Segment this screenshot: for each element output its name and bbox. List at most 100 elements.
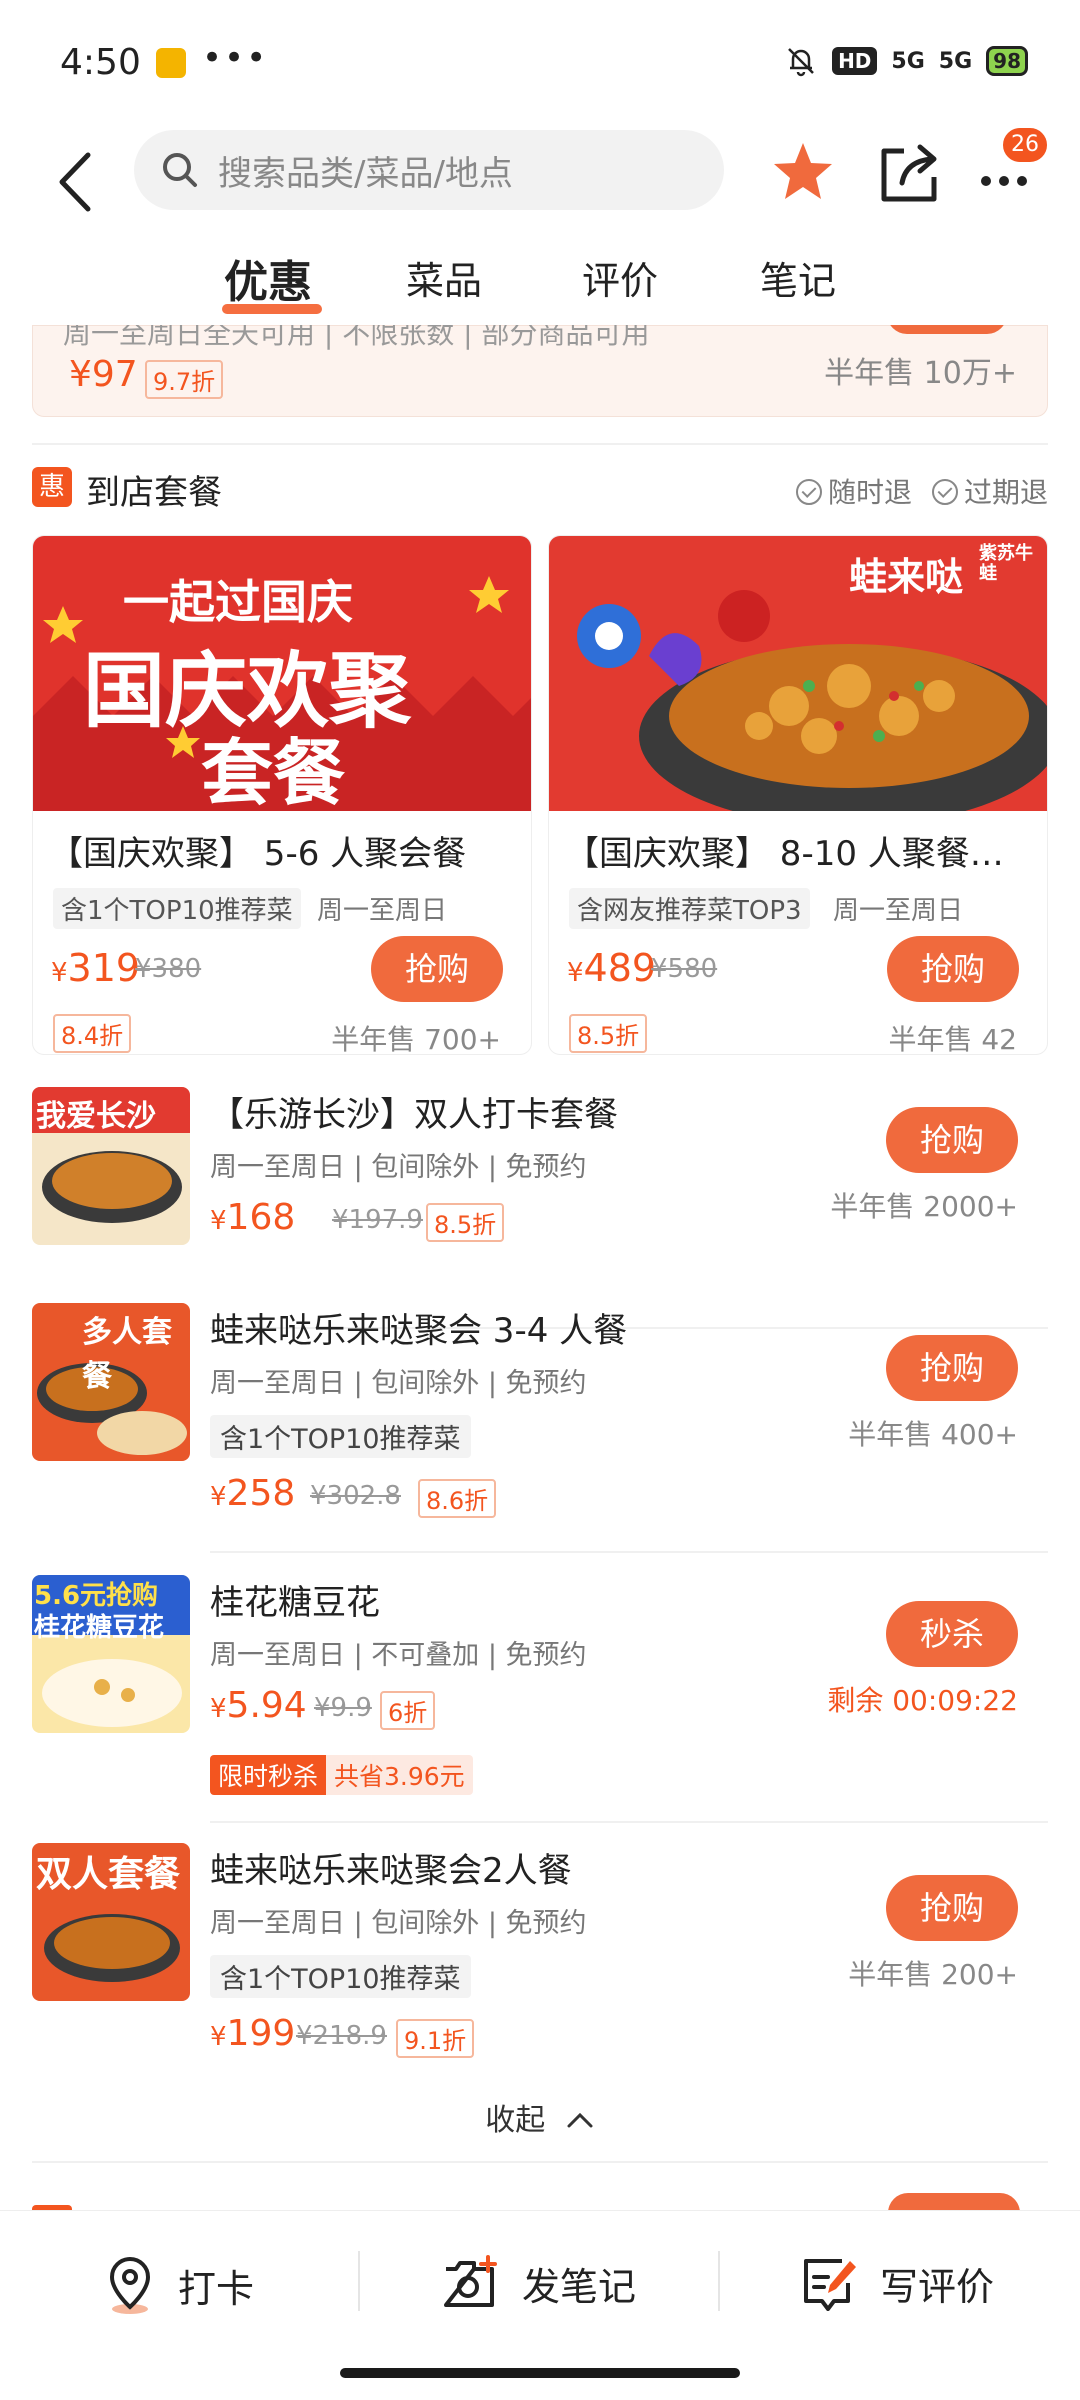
checkin-button[interactable]: 打卡 [104,2255,254,2315]
buy-button[interactable]: 抢购 [887,936,1019,1002]
deal-discount: 8.5折 [426,1203,505,1242]
share-icon [881,144,937,202]
deal-discount: 8.6折 [418,1479,497,1518]
deal-price: ¥199 [210,2013,295,2054]
package-days: 周一至周日 [833,896,964,926]
search-bar[interactable]: 搜索品类/菜品/地点 [134,130,724,210]
status-more-dots: ••• [202,38,269,78]
home-indicator[interactable] [340,2368,740,2378]
deal-price-value: 5.94 [226,1685,307,1726]
deal-conditions: 周一至周日 | 包间除外 | 免预约 [210,1152,587,1183]
package-price: ¥489 [567,946,656,990]
flash-sale-button[interactable]: 秒杀 [886,1601,1018,1667]
tab-notes[interactable]: 笔记 [760,250,836,305]
package-sold: 半年售 42 [888,1023,1017,1055]
refund-anytime-tag: 随时退 [795,471,912,511]
section-header: 惠 到店套餐 随时退 过期退 [32,465,1048,515]
section-title: 到店套餐 [86,473,222,513]
search-icon [163,153,197,187]
check-circle-icon [795,479,822,505]
deal-price-value: 168 [226,1197,296,1238]
share-button[interactable] [874,137,944,207]
divider [32,443,1048,445]
edit-review-icon [804,2259,856,2311]
buy-button[interactable]: 抢购 [371,936,503,1002]
signal-icon: 5G [938,48,973,74]
deal-image: 双人套餐 [32,1843,190,2001]
deal-title: 桂花糖豆花 [210,1583,380,1623]
deals-scroll-area[interactable]: 周一至周日全天可用 | 不限张数 | 部分商品可用 ¥97 9.7折 半年售 1… [0,325,1080,2210]
notification-app-icon [156,48,186,78]
deal-conditions: 周一至周日 | 不可叠加 | 免预约 [210,1640,587,1671]
banner-text-line3: 套餐 [201,731,346,815]
package-days: 周一至周日 [317,896,448,926]
discount-icon: 惠 [32,467,72,507]
deal-row[interactable]: 多人套餐 蛙来哒乐来哒聚会 3-4 人餐 周一至周日 | 包间除外 | 免预约 … [32,1303,1048,1523]
deal-sold: 半年售 400+ [848,1418,1018,1451]
buy-button[interactable]: 抢购 [886,1335,1018,1401]
divider [210,1821,1048,1823]
deal-original-price: ¥9.9 [314,1693,372,1723]
refund-expired-tag: 过期退 [931,471,1048,511]
refund-expired-label: 过期退 [963,476,1048,509]
deal-title: 蛙来哒乐来哒聚会 3-4 人餐 [210,1311,628,1351]
separator [358,2251,360,2311]
deal-discount: 6折 [380,1691,436,1730]
flash-sale-saving: 共省3.96元 [326,1755,473,1795]
deal-image: 我爱长沙 [32,1087,190,1245]
previous-buy-button[interactable] [887,325,1007,334]
checkin-label: 打卡 [178,2266,255,2311]
deal-price: ¥5.94 [210,1685,307,1726]
package-price-value: 489 [583,946,657,990]
package-image: 蛙来哒 紫苏牛蛙 [549,536,1047,826]
status-time: 4:50 [60,42,141,83]
previous-deal-card[interactable]: 周一至周日全天可用 | 不限张数 | 部分商品可用 ¥97 9.7折 半年售 1… [32,325,1048,417]
package-sold: 半年售 700+ [331,1023,501,1055]
flash-sale-label: 限时秒杀 [210,1755,327,1795]
package-discount: 8.4折 [53,1014,132,1053]
tab-bar: 优惠 菜品 评价 笔记 [0,250,1080,320]
back-button[interactable] [48,147,108,217]
package-tag: 含网友推荐菜TOP3 [569,888,810,929]
package-card[interactable]: 一起过国庆 国庆欢聚 套餐 【国庆欢聚】 5-6 人聚会餐 含1个TOP10推荐… [32,535,532,1055]
tab-discounts[interactable]: 优惠 [224,246,312,310]
collapse-toggle[interactable]: 收起 [0,2095,1080,2139]
package-price: ¥319 [51,946,140,990]
deal-original-price: ¥197.9 [332,1205,423,1235]
deal-discount: 9.1折 [396,2019,475,2058]
deal-row[interactable]: 我爱长沙 【乐游长沙】双人打卡套餐 周一至周日 | 包间除外 | 免预约 ¥16… [32,1087,1048,1287]
deal-original-price: ¥302.8 [310,1481,401,1511]
deal-price-value: 258 [226,1473,296,1514]
signal-icon: 5G [891,48,925,74]
brand-text: 蛙来哒 [849,555,964,599]
frog-dish-photo [549,536,1047,826]
deal-row[interactable]: 双人套餐 蛙来哒乐来哒聚会2人餐 周一至周日 | 包间除外 | 免预约 含1个T… [32,1843,1048,2063]
deal-title: 【乐游长沙】双人打卡套餐 [210,1095,618,1135]
package-card[interactable]: 蛙来哒 紫苏牛蛙 【国庆欢聚】 8-10 人聚餐套餐 含网友推荐菜TOP3 周一… [548,535,1048,1055]
tab-reviews[interactable]: 评价 [582,250,658,305]
previous-deal-price: ¥97 [69,354,138,395]
post-note-button[interactable]: 发笔记 [440,2255,636,2311]
refund-anytime-label: 随时退 [827,476,912,509]
buy-button[interactable]: 抢购 [886,1107,1018,1173]
camera-plus-icon [444,2255,497,2307]
write-review-button[interactable]: 写评价 [800,2255,994,2311]
deal-image: 5.6元抢购 桂花糖豆花 [32,1575,190,1733]
refund-policy: 随时退 过期退 [795,471,1048,511]
hd-badge: HD [832,47,878,75]
package-discount: 8.5折 [569,1014,648,1053]
back-icon [59,152,91,212]
status-indicators: HD 5G 5G 98 [784,44,1028,78]
mute-bell-icon [788,48,814,77]
next-buy-button[interactable] [888,2193,1020,2210]
buy-button[interactable]: 抢购 [886,1875,1018,1941]
deal-image: 多人套餐 [32,1303,190,1461]
deal-price: ¥168 [210,1197,295,1238]
deal-row[interactable]: 5.6元抢购 桂花糖豆花 桂花糖豆花 周一至周日 | 不可叠加 | 免预约 ¥5… [32,1575,1048,1815]
currency-symbol: ¥ [210,1482,227,1512]
currency-symbol: ¥ [567,958,584,988]
tab-dishes[interactable]: 菜品 [406,250,482,305]
favorite-button[interactable] [768,137,838,207]
deal-image-text: 我爱长沙 [36,1099,156,1134]
separator [718,2251,720,2311]
